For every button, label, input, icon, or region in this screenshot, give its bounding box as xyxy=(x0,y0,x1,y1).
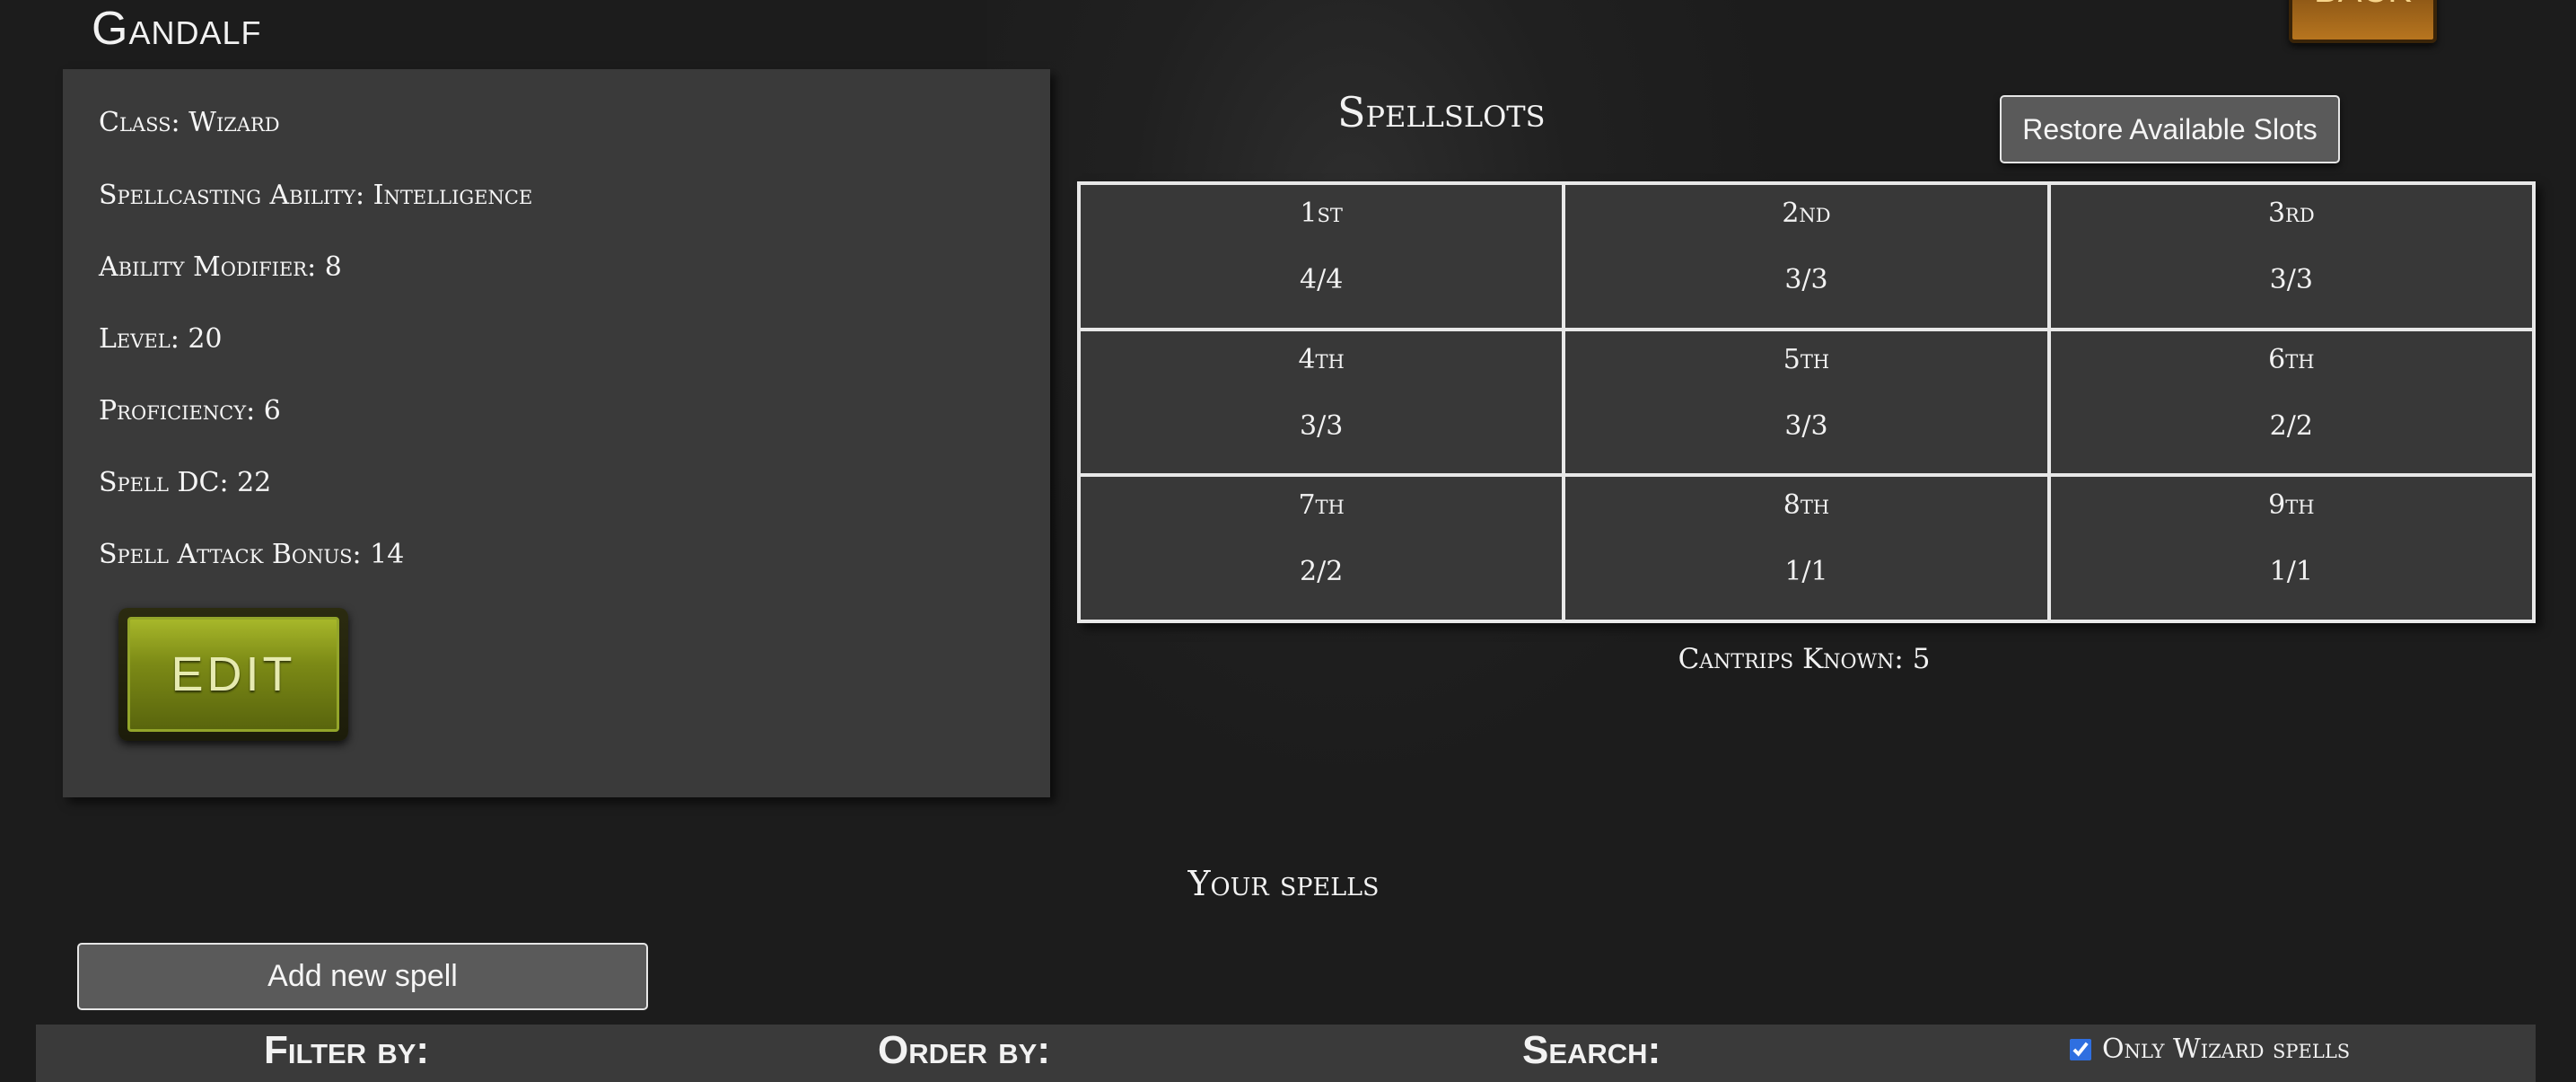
back-button[interactable]: BACK xyxy=(2289,0,2437,43)
spellslot-cell-1[interactable]: 1st 4/4 xyxy=(1079,183,1564,330)
slot-level-label: 1st xyxy=(1300,198,1343,229)
slot-count: 3/3 xyxy=(1784,264,1828,295)
search-label: Search: xyxy=(1522,1028,1661,1072)
proficiency-info: Proficiency: 6 xyxy=(99,395,281,427)
order-by-label: Order by: xyxy=(878,1028,1051,1072)
slot-count: 2/2 xyxy=(2269,409,2313,442)
only-class-checkbox[interactable] xyxy=(2070,1038,2091,1060)
slot-count: 1/1 xyxy=(2269,556,2313,588)
slot-level-label: 3rd xyxy=(2267,198,2315,229)
class-info: Class: Wizard xyxy=(99,107,280,138)
spell-filter-bar: Filter by: Order by: Search: Only Wizard… xyxy=(36,1025,2536,1082)
character-name: Gandalf xyxy=(92,3,262,55)
spellcasting-ability-info: Spellcasting Ability: Intelligence xyxy=(99,180,533,211)
spellslot-cell-9[interactable]: 9th 1/1 xyxy=(2048,475,2534,621)
spellslots-title: Spellslots xyxy=(1337,88,1546,136)
edit-button[interactable]: EDIT xyxy=(118,608,348,741)
slot-count: 4/4 xyxy=(1300,264,1344,295)
ability-modifier-info: Ability Modifier: 8 xyxy=(99,251,342,283)
slot-level-label: 9th xyxy=(2268,489,2315,522)
restore-slots-button[interactable]: Restore Available Slots xyxy=(2000,95,2340,163)
spellslot-cell-5[interactable]: 5th 3/3 xyxy=(1564,329,2049,476)
slot-level-label: 6th xyxy=(2268,343,2315,375)
spellslot-cell-6[interactable]: 6th 2/2 xyxy=(2048,329,2534,476)
slot-count: 3/3 xyxy=(1300,409,1344,442)
slot-level-label: 4th xyxy=(1298,343,1345,375)
character-info-panel: Class: Wizard Spellcasting Ability: Inte… xyxy=(63,69,1050,797)
cantrips-known: Cantrips Known: 5 xyxy=(1678,643,1931,675)
spell-attack-bonus-info: Spell Attack Bonus: 14 xyxy=(99,539,405,570)
spellslot-cell-2[interactable]: 2nd 3/3 xyxy=(1564,183,2049,330)
slot-level-label: 2nd xyxy=(1782,198,1831,229)
spellslot-cell-8[interactable]: 8th 1/1 xyxy=(1564,475,2049,621)
spellslot-grid: 1st 4/4 2nd 3/3 3rd 3/3 4th 3/3 5th 3/3 … xyxy=(1077,181,2536,623)
add-spell-button[interactable]: Add new spell xyxy=(77,943,648,1010)
slot-count: 2/2 xyxy=(1300,556,1344,588)
only-class-toggle[interactable]: Only Wizard spells xyxy=(2070,1034,2350,1065)
slot-level-label: 7th xyxy=(1298,489,1345,522)
slot-count: 1/1 xyxy=(1784,556,1828,588)
spellslot-cell-7[interactable]: 7th 2/2 xyxy=(1079,475,1564,621)
level-info: Level: 20 xyxy=(99,323,223,355)
spellslot-cell-4[interactable]: 4th 3/3 xyxy=(1079,329,1564,476)
spellslot-cell-3[interactable]: 3rd 3/3 xyxy=(2048,183,2534,330)
only-class-label: Only Wizard spells xyxy=(2102,1034,2351,1065)
edit-button-label: EDIT xyxy=(127,617,339,732)
your-spells-heading: Your spells xyxy=(1187,864,1380,903)
slot-level-label: 8th xyxy=(1783,489,1830,522)
filter-by-label: Filter by: xyxy=(264,1028,430,1072)
slot-count: 3/3 xyxy=(2269,264,2313,295)
spell-dc-info: Spell DC: 22 xyxy=(99,467,272,498)
slot-count: 3/3 xyxy=(1784,409,1828,442)
slot-level-label: 5th xyxy=(1783,343,1830,375)
